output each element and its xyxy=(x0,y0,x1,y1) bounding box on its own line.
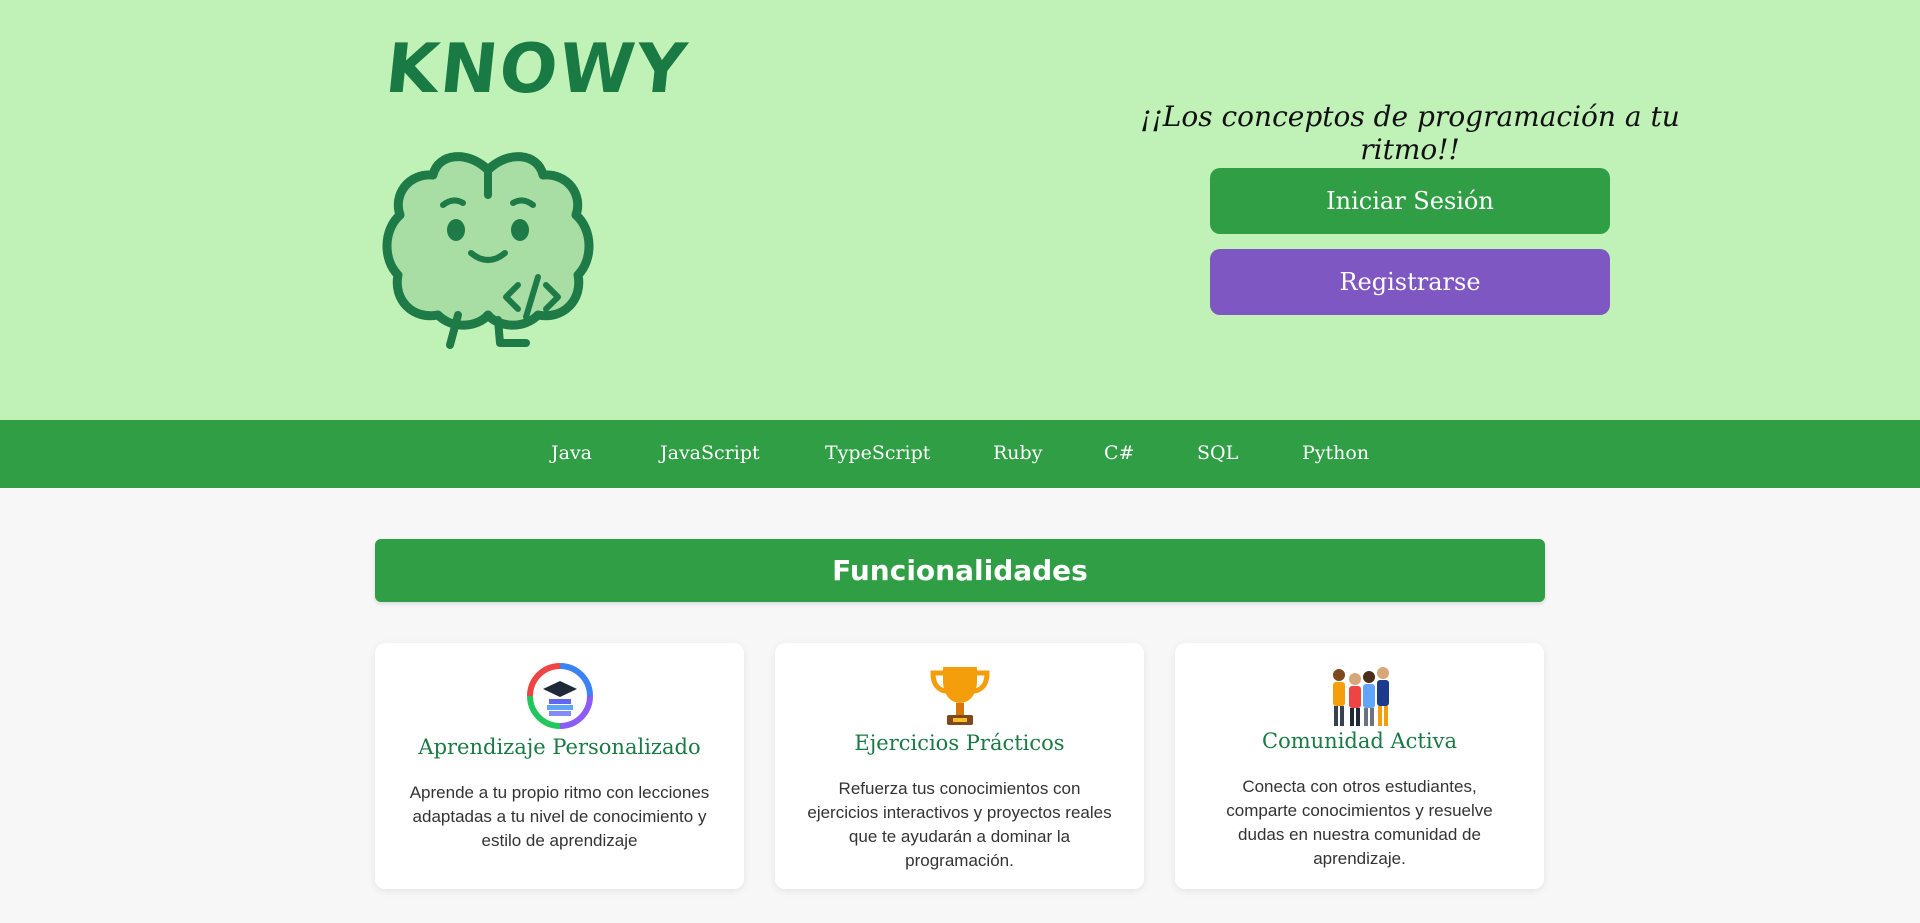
trophy-icon xyxy=(930,667,990,725)
hero-header: KNOWY ¡¡Los conceptos de programación a … xyxy=(0,0,1920,420)
language-nav-list: Java JavaScript TypeScript Ruby C# SQL P… xyxy=(0,420,1920,488)
feature-card-text: Refuerza tus conocimientos con ejercicio… xyxy=(807,779,1112,870)
brand-logo-text: KNOWY xyxy=(381,30,692,109)
nav-item-sql[interactable]: SQL xyxy=(1197,442,1238,464)
feature-card-community: Comunidad Activa Conecta con otros estud… xyxy=(1175,643,1544,889)
nav-item-javascript[interactable]: JavaScript xyxy=(660,442,760,464)
hero-tagline: ¡¡Los conceptos de programación a tu rit… xyxy=(1140,100,1680,166)
feature-card-title: Aprendizaje Personalizado xyxy=(418,735,701,759)
register-button[interactable]: Registrarse xyxy=(1210,249,1610,315)
nav-item-csharp[interactable]: C# xyxy=(1104,442,1134,464)
feature-card-text: Aprende a tu propio ritmo con lecciones … xyxy=(409,783,710,850)
brain-mascot-icon xyxy=(382,152,594,349)
feature-card-text: Conecta con otros estudiantes, comparte … xyxy=(1226,777,1493,868)
feature-card-personalized: Aprendizaje Personalizado Aprende a tu p… xyxy=(375,643,744,889)
features-title: Funcionalidades xyxy=(375,539,1545,602)
nav-item-typescript[interactable]: TypeScript xyxy=(825,442,930,464)
nav-item-ruby[interactable]: Ruby xyxy=(993,442,1042,464)
community-icon xyxy=(1333,667,1389,726)
feature-card-title: Ejercicios Prácticos xyxy=(854,731,1065,755)
feature-card-exercises: Ejercicios Prácticos Refuerza tus conoci… xyxy=(775,643,1144,889)
learning-cycle-icon xyxy=(527,663,593,729)
nav-item-java[interactable]: Java xyxy=(551,442,592,464)
language-nav: Java JavaScript TypeScript Ruby C# SQL P… xyxy=(0,420,1920,488)
nav-item-python[interactable]: Python xyxy=(1302,442,1369,464)
feature-card-title: Comunidad Activa xyxy=(1262,729,1457,753)
login-button[interactable]: Iniciar Sesión xyxy=(1210,168,1610,234)
